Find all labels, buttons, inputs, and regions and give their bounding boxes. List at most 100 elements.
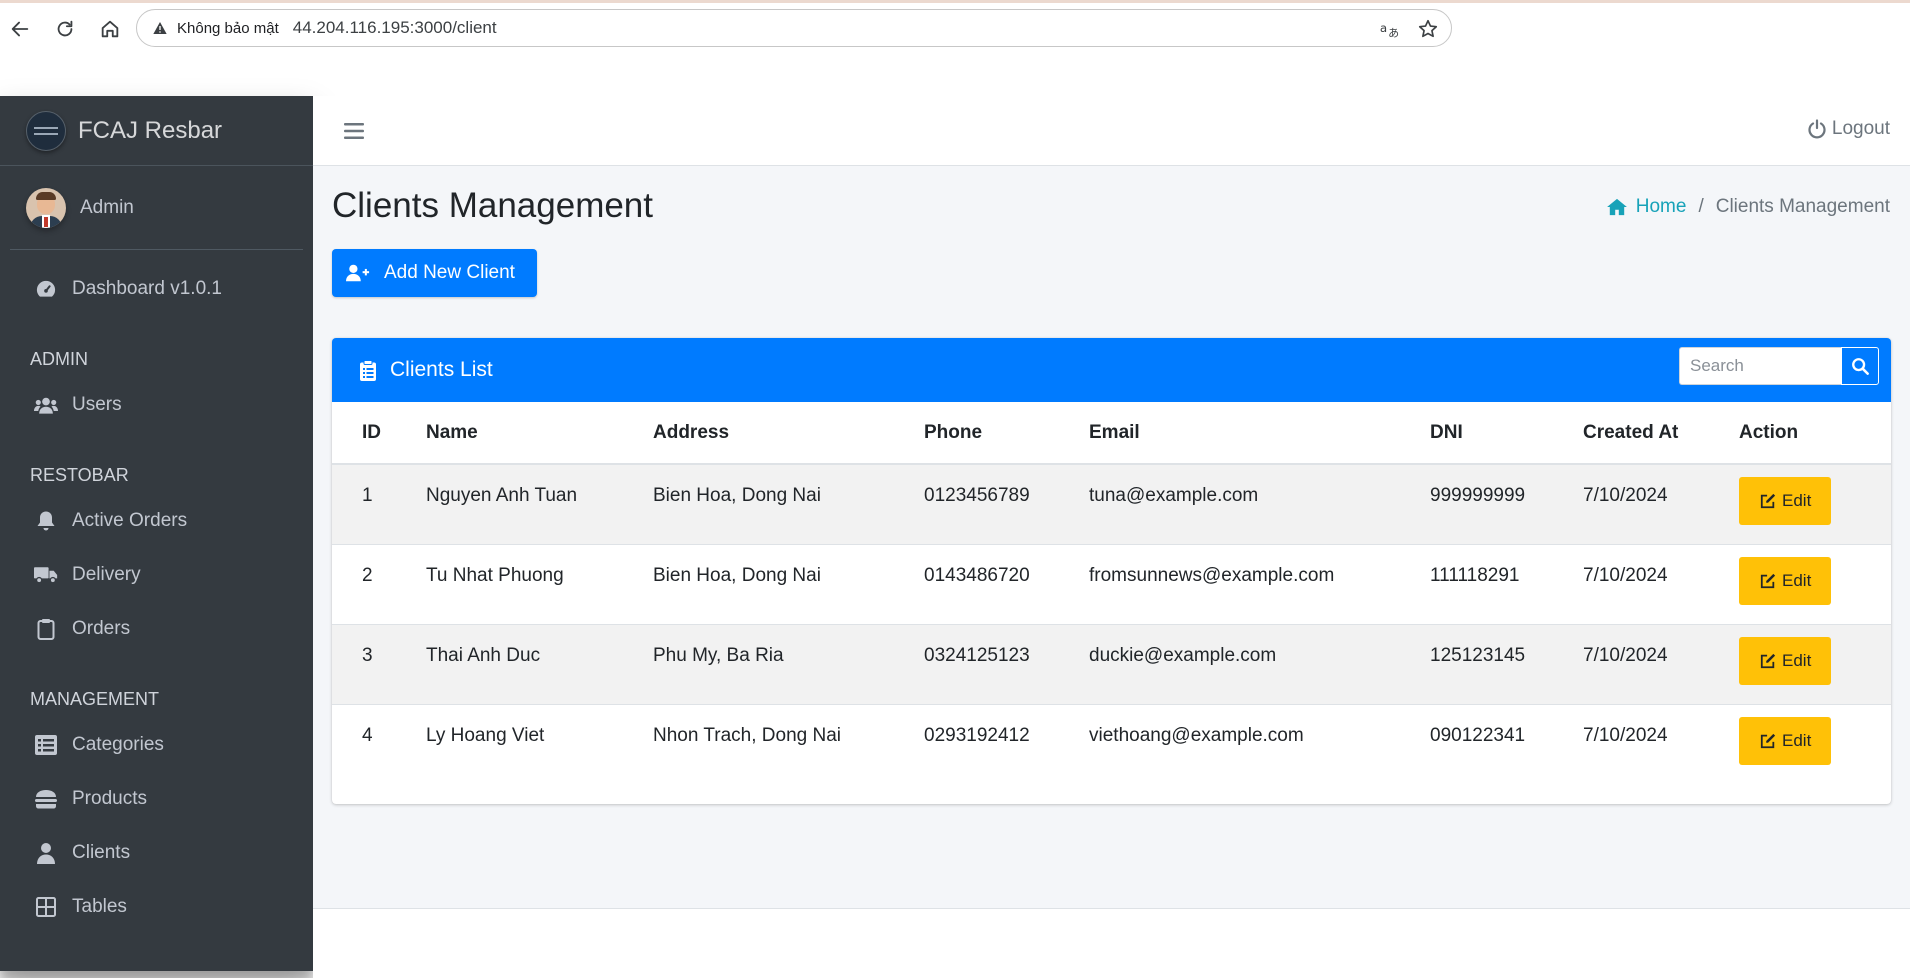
edit-button[interactable]: Edit bbox=[1739, 716, 1832, 765]
cell-dni: 111118291 bbox=[1430, 543, 1583, 624]
browser-toolbar: Không bảo mật 44.204.116.195:3000/client… bbox=[0, 0, 1910, 96]
search-group bbox=[1679, 347, 1879, 385]
home-icon[interactable] bbox=[97, 16, 123, 42]
cell-name: Thai Anh Duc bbox=[426, 623, 653, 704]
app-window: FCAJ Resbar Admin Dashboard v1.0.1 ADMIN… bbox=[0, 96, 1910, 978]
avatar bbox=[26, 187, 66, 228]
clipboard-icon bbox=[34, 617, 58, 641]
breadcrumb-separator: / bbox=[1698, 196, 1704, 217]
brand-link[interactable]: FCAJ Resbar bbox=[0, 96, 313, 166]
footer bbox=[313, 908, 1910, 978]
card-header: Clients List bbox=[332, 338, 1891, 402]
column-header-dni[interactable]: DNI bbox=[1430, 402, 1583, 465]
sidebar-item-label: Tables bbox=[72, 896, 127, 917]
cell-email: fromsunnews@example.com bbox=[1089, 543, 1430, 624]
sidebar-item-active-orders[interactable]: Active Orders bbox=[0, 494, 313, 548]
hamburger-food-icon bbox=[34, 787, 58, 811]
table-row: 3 Thai Anh Duc Phu My, Ba Ria 0324125123… bbox=[332, 623, 1891, 704]
reload-icon[interactable] bbox=[52, 16, 78, 42]
cell-email: viethoang@example.com bbox=[1089, 703, 1430, 784]
sidebar-item-clients[interactable]: Clients bbox=[0, 826, 313, 880]
cell-id: 4 bbox=[332, 703, 426, 784]
edit-label: Edit bbox=[1782, 650, 1812, 670]
clients-table: ID Name Address Phone Email DNI Created … bbox=[332, 402, 1891, 784]
url-text[interactable]: 44.204.116.195:3000/client bbox=[293, 18, 497, 38]
breadcrumb: Home / Clients Management bbox=[1606, 196, 1890, 218]
main-content: Logout Clients Management Home / Clients… bbox=[313, 96, 1910, 978]
warning-icon[interactable] bbox=[151, 19, 169, 37]
translate-icon[interactable]: aあ bbox=[1379, 18, 1401, 40]
back-arrow-icon[interactable] bbox=[7, 16, 33, 42]
edit-label: Edit bbox=[1782, 570, 1812, 590]
logout-button[interactable]: Logout bbox=[1806, 118, 1890, 140]
search-button[interactable] bbox=[1841, 347, 1879, 385]
logout-label: Logout bbox=[1831, 118, 1890, 139]
sidebar-item-users[interactable]: Users bbox=[0, 378, 313, 432]
user-plus-icon bbox=[346, 262, 370, 284]
users-icon bbox=[34, 393, 58, 417]
sidebar-item-label: Clients bbox=[72, 842, 131, 863]
column-header-created-at[interactable]: Created At bbox=[1583, 402, 1739, 465]
cell-created-at: 7/10/2024 bbox=[1583, 623, 1739, 704]
cell-address: Bien Hoa, Dong Nai bbox=[653, 543, 924, 624]
sidebar-nav: Dashboard v1.0.1 ADMIN Users RESTOBAR Ac… bbox=[0, 250, 313, 934]
user-panel[interactable]: Admin bbox=[10, 166, 303, 250]
sidebar-item-dashboard[interactable]: Dashboard v1.0.1 bbox=[0, 262, 313, 316]
sidebar-item-label: Orders bbox=[72, 618, 131, 639]
svg-text:a: a bbox=[1380, 21, 1387, 35]
edit-button[interactable]: Edit bbox=[1739, 556, 1832, 605]
clients-card: Clients List ID Name Address Phone bbox=[332, 338, 1891, 804]
edit-button[interactable]: Edit bbox=[1739, 477, 1832, 525]
cell-address: Phu My, Ba Ria bbox=[653, 623, 924, 704]
column-header-id[interactable]: ID bbox=[332, 402, 426, 465]
tachometer-icon bbox=[34, 277, 58, 301]
sidebar-item-delivery[interactable]: Delivery bbox=[0, 548, 313, 602]
breadcrumb-current: Clients Management bbox=[1715, 196, 1890, 217]
cell-action: Edit bbox=[1739, 623, 1891, 704]
sidebar-item-tables[interactable]: Tables bbox=[0, 880, 313, 934]
bookmark-star-icon[interactable] bbox=[1417, 18, 1439, 40]
column-header-phone[interactable]: Phone bbox=[924, 402, 1089, 465]
address-bar[interactable]: Không bảo mật 44.204.116.195:3000/client… bbox=[136, 9, 1452, 47]
edit-button[interactable]: Edit bbox=[1739, 636, 1832, 685]
column-header-action: Action bbox=[1739, 402, 1891, 465]
sidebar-item-categories[interactable]: Categories bbox=[0, 718, 313, 772]
security-label[interactable]: Không bảo mật bbox=[177, 20, 279, 37]
table-row: 4 Ly Hoang Viet Nhon Trach, Dong Nai 029… bbox=[332, 703, 1891, 784]
card-title-label: Clients List bbox=[390, 358, 493, 381]
search-input[interactable] bbox=[1679, 347, 1841, 385]
cell-action: Edit bbox=[1739, 543, 1891, 624]
menu-toggle-icon[interactable] bbox=[341, 118, 367, 144]
sidebar-item-products[interactable]: Products bbox=[0, 772, 313, 826]
bell-icon bbox=[34, 509, 58, 533]
brand-text: FCAJ Resbar bbox=[78, 116, 223, 144]
breadcrumb-home-label[interactable]: Home bbox=[1636, 196, 1687, 218]
page-title: Clients Management bbox=[332, 186, 653, 225]
edit-icon bbox=[1759, 492, 1777, 510]
user-name: Admin bbox=[80, 196, 134, 218]
sidebar-item-orders[interactable]: Orders bbox=[0, 602, 313, 656]
add-client-button[interactable]: Add New Client bbox=[332, 249, 537, 297]
sidebar-item-label: Categories bbox=[72, 734, 164, 755]
nav-header-restobar: RESTOBAR bbox=[30, 465, 129, 485]
cell-action: Edit bbox=[1739, 703, 1891, 784]
edit-icon bbox=[1759, 732, 1777, 750]
edit-icon bbox=[1759, 572, 1777, 590]
edit-icon bbox=[1759, 652, 1777, 670]
breadcrumb-home-link[interactable]: Home bbox=[1606, 196, 1687, 218]
clipboard-list-icon bbox=[358, 359, 378, 381]
cell-name: Tu Nhat Phuong bbox=[426, 543, 653, 624]
cell-created-at: 7/10/2024 bbox=[1583, 703, 1739, 784]
cell-phone: 0324125123 bbox=[924, 623, 1089, 704]
cell-phone: 0143486720 bbox=[924, 543, 1089, 624]
cell-email: tuna@example.com bbox=[1089, 463, 1430, 544]
column-header-name[interactable]: Name bbox=[426, 402, 653, 465]
nav-header-management: MANAGEMENT bbox=[30, 689, 160, 709]
cell-dni: 090122341 bbox=[1430, 703, 1583, 784]
cell-email: duckie@example.com bbox=[1089, 623, 1430, 704]
sidebar: FCAJ Resbar Admin Dashboard v1.0.1 ADMIN… bbox=[0, 96, 313, 971]
column-header-email[interactable]: Email bbox=[1089, 402, 1430, 465]
column-header-address[interactable]: Address bbox=[653, 402, 924, 465]
sidebar-item-label: Dashboard v1.0.1 bbox=[72, 278, 222, 299]
user-icon bbox=[34, 841, 58, 865]
